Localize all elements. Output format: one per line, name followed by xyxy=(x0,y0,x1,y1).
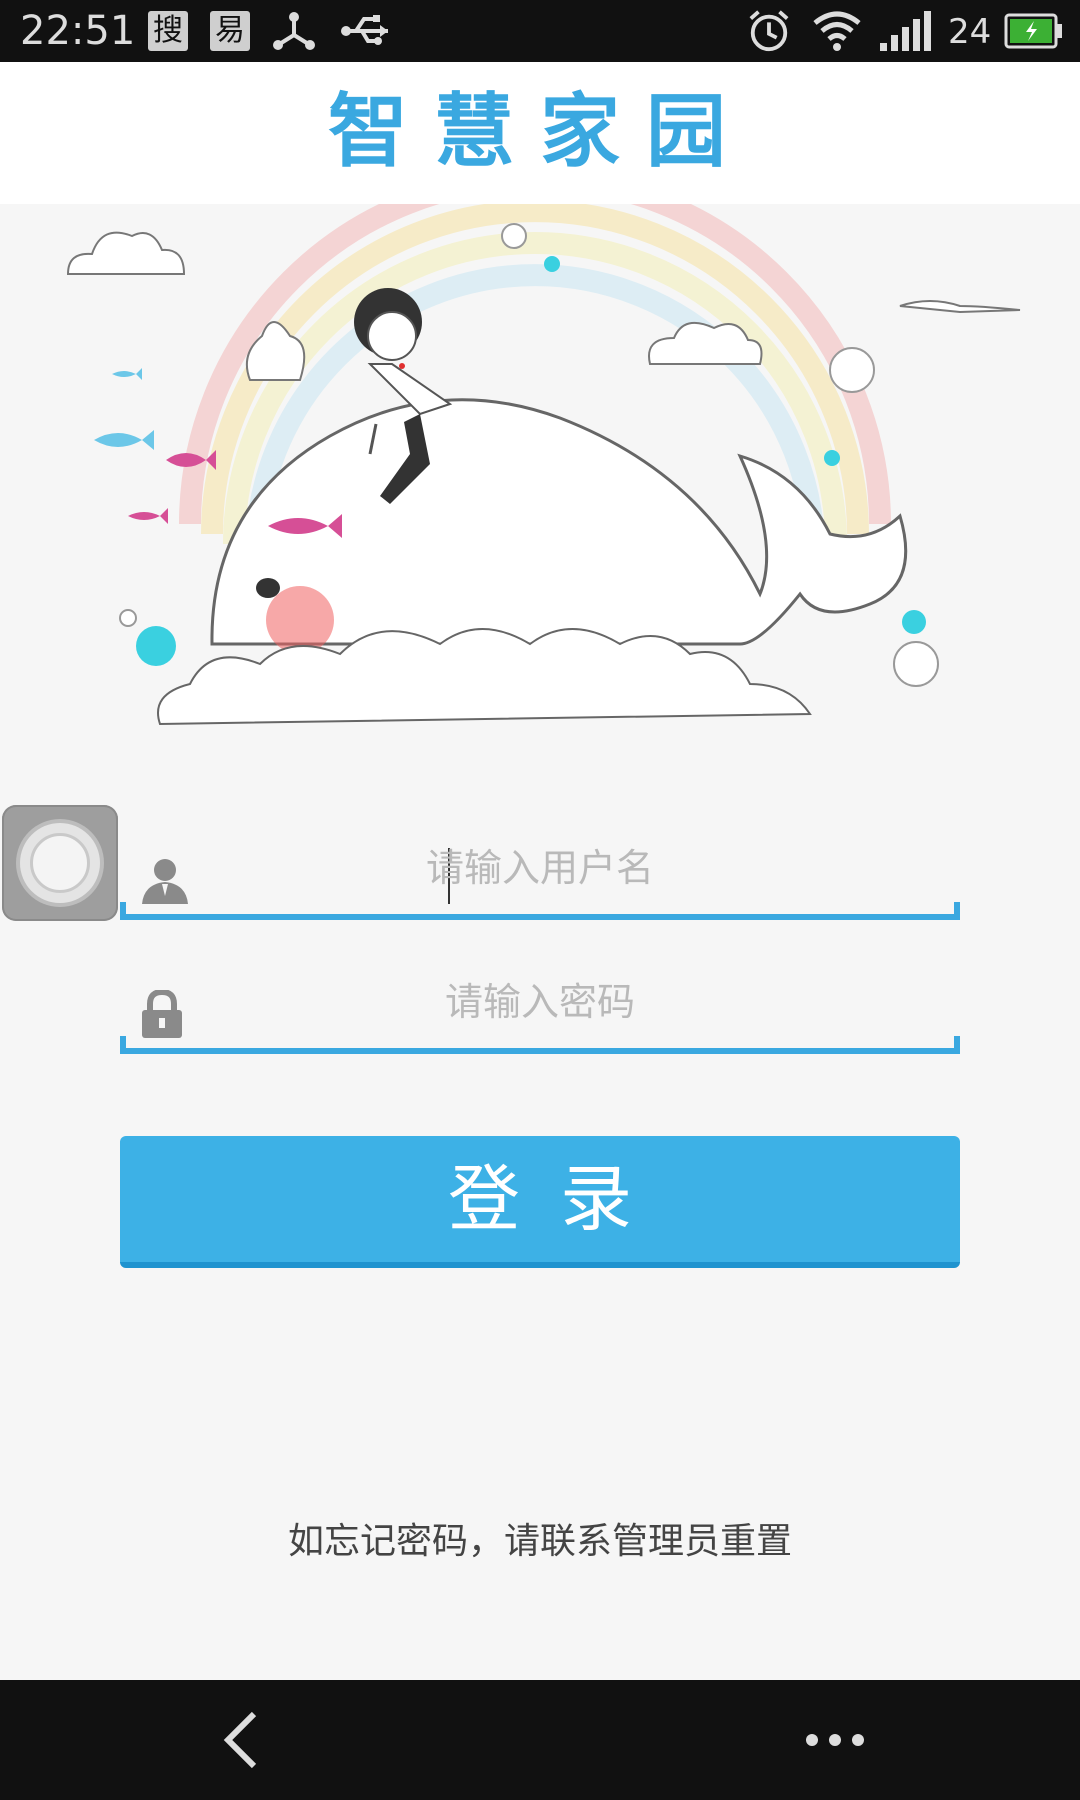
whale-illustration xyxy=(66,204,1021,726)
navigation-bar xyxy=(0,1680,1080,1800)
password-underline xyxy=(120,1048,960,1054)
sogou-icon: 搜 xyxy=(148,11,188,51)
password-underline-right xyxy=(954,1036,960,1054)
status-time: 22:51 xyxy=(20,8,136,54)
assistive-touch-button[interactable] xyxy=(2,805,118,921)
signal-label: 24 xyxy=(948,12,992,52)
password-placeholder: 请输入密码 xyxy=(444,980,635,1024)
signal-icon xyxy=(880,11,931,51)
yi-icon: 易 xyxy=(210,11,250,51)
alarm-icon xyxy=(749,10,789,52)
status-bar: 22:51 搜 易 24 xyxy=(0,0,1080,62)
username-field[interactable]: 请输入用户名 xyxy=(120,820,960,920)
password-underline-left xyxy=(120,1036,126,1054)
password-field[interactable]: 请输入密码 xyxy=(120,954,960,1054)
battery-icon xyxy=(1004,13,1062,49)
username-underline xyxy=(120,914,960,920)
wifi-icon xyxy=(813,11,861,51)
app-title: 智慧家园 xyxy=(328,85,752,178)
app-header: 智慧家园 xyxy=(0,62,1080,204)
username-placeholder: 请输入用户名 xyxy=(425,846,654,890)
more-icon[interactable] xyxy=(804,1732,866,1748)
login-button[interactable]: 登录 xyxy=(120,1136,960,1268)
back-icon[interactable] xyxy=(220,1710,260,1770)
forgot-password-hint: 如忘记密码，请联系管理员重置 xyxy=(287,1521,792,1562)
username-underline-left xyxy=(120,902,126,920)
assistive-touch-core xyxy=(30,833,90,893)
assistive-touch-ring xyxy=(20,823,100,903)
username-underline-right xyxy=(954,902,960,920)
share-icon xyxy=(273,12,315,50)
usb-icon xyxy=(341,15,388,45)
